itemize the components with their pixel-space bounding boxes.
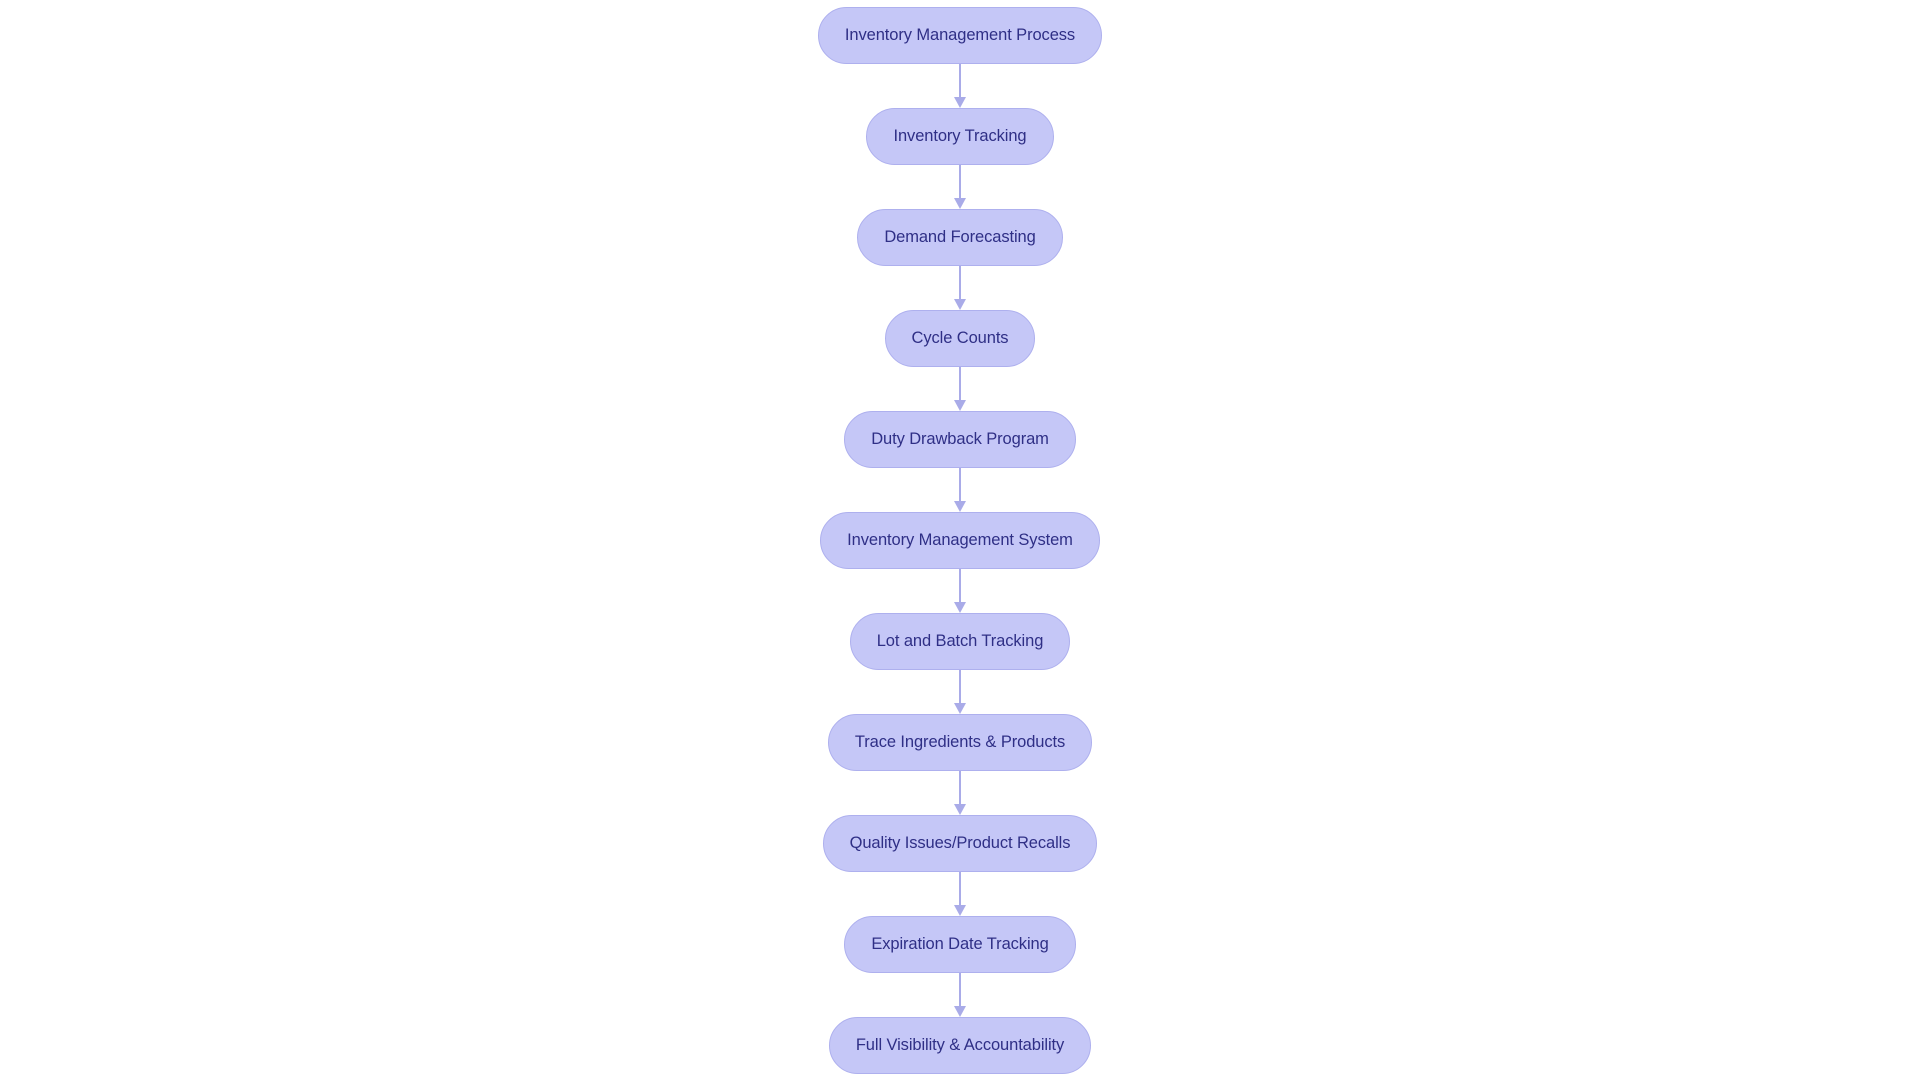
flowchart-node-label: Expiration Date Tracking bbox=[871, 935, 1049, 954]
flowchart-node-label: Full Visibility & Accountability bbox=[855, 1036, 1065, 1055]
flowchart-node-label: Quality Issues/Product Recalls bbox=[849, 834, 1071, 853]
connector-line bbox=[959, 670, 961, 704]
arrowhead-down-icon bbox=[954, 198, 966, 209]
flowchart-node[interactable]: Quality Issues/Product Recalls bbox=[822, 815, 1098, 872]
flow-connector-arrow bbox=[953, 569, 967, 613]
connector-line bbox=[959, 165, 961, 199]
flowchart-node-label: Inventory Tracking bbox=[893, 127, 1027, 146]
connector-line bbox=[959, 569, 961, 603]
flowchart-node-label: Lot and Batch Tracking bbox=[876, 632, 1044, 651]
flow-connector-arrow bbox=[953, 367, 967, 411]
flowchart-node[interactable]: Duty Drawback Program bbox=[844, 411, 1076, 468]
flow-connector-arrow bbox=[953, 64, 967, 108]
flowchart-node[interactable]: Inventory Management System bbox=[820, 512, 1100, 569]
arrowhead-down-icon bbox=[954, 1006, 966, 1017]
arrowhead-down-icon bbox=[954, 905, 966, 916]
arrowhead-down-icon bbox=[954, 400, 966, 411]
arrowhead-down-icon bbox=[954, 501, 966, 512]
arrowhead-down-icon bbox=[954, 299, 966, 310]
connector-line bbox=[959, 872, 961, 906]
flow-connector-arrow bbox=[953, 973, 967, 1017]
flowchart-canvas: Inventory Management Process Inventory Tr… bbox=[0, 0, 1920, 1080]
flowchart-node[interactable]: Inventory Management Process bbox=[817, 7, 1103, 64]
connector-line bbox=[959, 367, 961, 401]
flowchart-node[interactable]: Trace Ingredients & Products bbox=[827, 714, 1093, 771]
arrowhead-down-icon bbox=[954, 703, 966, 714]
flowchart-node[interactable]: Expiration Date Tracking bbox=[844, 916, 1076, 973]
flow-connector-arrow bbox=[953, 468, 967, 512]
flow-connector-arrow bbox=[953, 266, 967, 310]
flowchart-node[interactable]: Lot and Batch Tracking bbox=[849, 613, 1071, 670]
flowchart-node-label: Inventory Management System bbox=[847, 531, 1073, 550]
flow-connector-arrow bbox=[953, 670, 967, 714]
arrowhead-down-icon bbox=[954, 97, 966, 108]
flowchart-node-label: Trace Ingredients & Products bbox=[854, 733, 1066, 752]
connector-line bbox=[959, 973, 961, 1007]
flowchart-node-label: Duty Drawback Program bbox=[871, 430, 1049, 449]
connector-line bbox=[959, 468, 961, 502]
arrowhead-down-icon bbox=[954, 602, 966, 613]
flowchart-node[interactable]: Demand Forecasting bbox=[857, 209, 1063, 266]
connector-line bbox=[959, 266, 961, 300]
flow-connector-arrow bbox=[953, 771, 967, 815]
flowchart-node[interactable]: Inventory Tracking bbox=[866, 108, 1054, 165]
connector-line bbox=[959, 64, 961, 98]
flowchart-node-label: Cycle Counts bbox=[911, 329, 1009, 348]
flowchart-node-label: Demand Forecasting bbox=[884, 228, 1036, 247]
flowchart-node[interactable]: Full Visibility & Accountability bbox=[828, 1017, 1092, 1074]
flowchart-node-column: Inventory Management Process Inventory Tr… bbox=[0, 7, 1920, 1074]
flow-connector-arrow bbox=[953, 872, 967, 916]
flow-connector-arrow bbox=[953, 165, 967, 209]
flowchart-node-label: Inventory Management Process bbox=[844, 26, 1076, 45]
connector-line bbox=[959, 771, 961, 805]
flowchart-node[interactable]: Cycle Counts bbox=[884, 310, 1036, 367]
arrowhead-down-icon bbox=[954, 804, 966, 815]
